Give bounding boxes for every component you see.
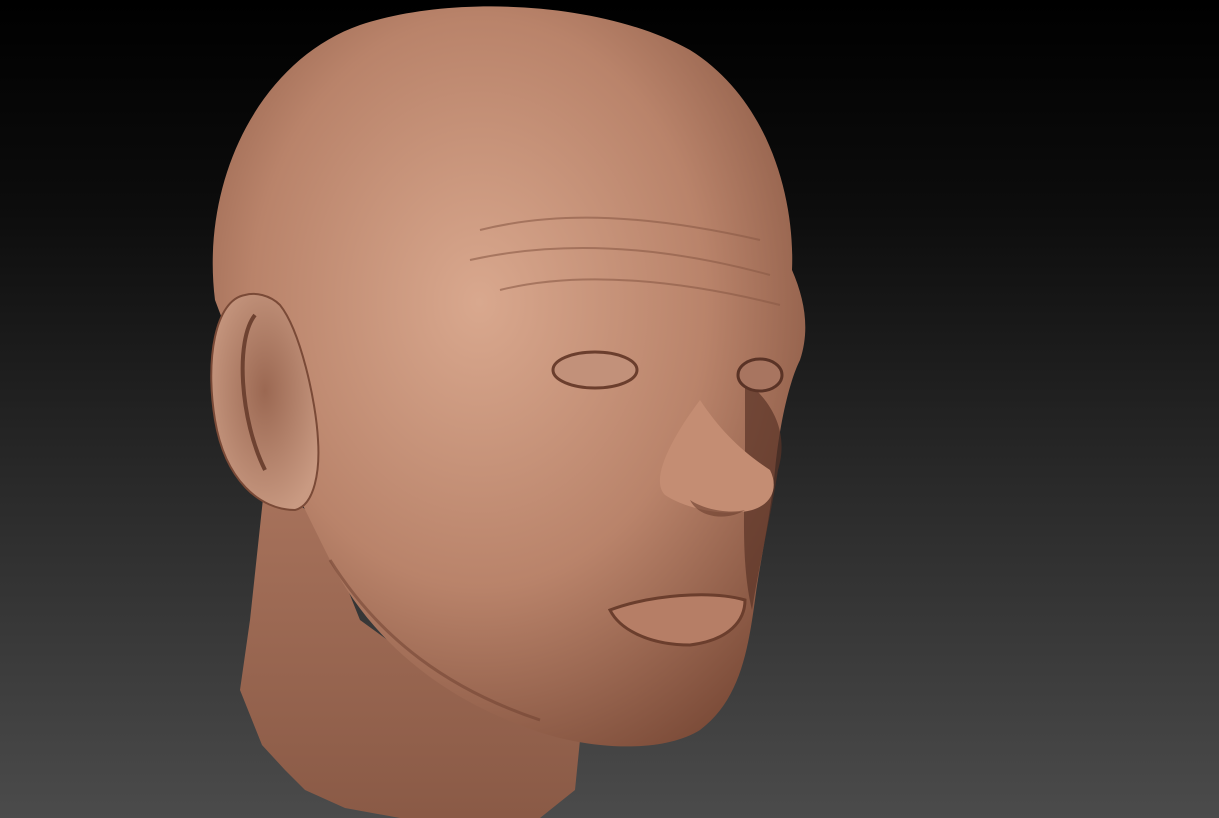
eye-right [736,357,784,393]
eye-left [551,350,639,390]
sculpted-head-model[interactable] [0,0,1219,818]
sculpt-viewport[interactable] [0,0,1219,818]
